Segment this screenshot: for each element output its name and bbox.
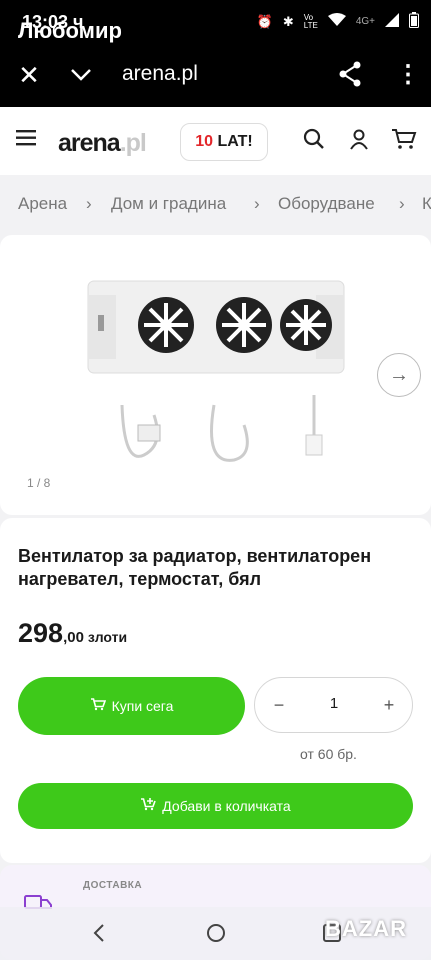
notification-contact-name: Любомир xyxy=(18,18,122,43)
anniversary-number: 10 xyxy=(195,133,214,150)
volte-icon: Vo LTE xyxy=(303,12,318,30)
breadcrumb: Арена › Дом и градина › Оборудване › К xyxy=(0,175,431,235)
site-logo[interactable]: arena.pl xyxy=(58,129,147,158)
breadcrumb-item-next[interactable]: К xyxy=(422,194,431,214)
cart-add-icon xyxy=(140,783,157,829)
quantity-value[interactable]: 1 xyxy=(315,695,353,712)
product-price: 298,00 злоти xyxy=(18,618,127,649)
buy-now-label: Купи сега xyxy=(111,698,174,714)
signal-text: 4G+ xyxy=(355,16,375,27)
breadcrumb-item-arena[interactable]: Арена xyxy=(18,194,67,214)
delivery-label: ДОСТАВКА xyxy=(83,880,143,891)
add-to-cart-button[interactable]: Добави в количката xyxy=(18,783,413,829)
bluetooth-icon: ✱ xyxy=(282,13,294,29)
share-icon[interactable] xyxy=(338,61,364,89)
battery-icon xyxy=(409,12,419,31)
add-to-cart-label: Добави в количката xyxy=(162,798,291,814)
signal-icon xyxy=(385,13,399,30)
minimum-order-text: от 60 бр. xyxy=(300,746,357,762)
site-header: arena.pl 10 LAT! xyxy=(0,107,431,175)
anniversary-badge[interactable]: 10 LAT! xyxy=(180,123,268,161)
product-info: Вентилатор за радиатор, вентилаторен наг… xyxy=(0,518,431,863)
price-whole: 298 xyxy=(18,618,64,648)
buy-now-button[interactable]: Купи сега xyxy=(18,677,245,735)
increase-quantity-button[interactable]: + xyxy=(379,694,399,716)
status-icons: ⏰ ✱ Vo LTE 4G+ xyxy=(257,12,419,31)
gallery-counter: 1 / 8 xyxy=(27,476,51,490)
address-bar-url[interactable]: arena.pl xyxy=(122,62,198,86)
logo-suffix: .pl xyxy=(119,129,147,157)
chevron-down-icon[interactable] xyxy=(68,61,94,89)
price-decimal: ,00 xyxy=(63,629,84,646)
cart-icon xyxy=(90,677,106,735)
anniversary-text: LAT! xyxy=(217,133,253,150)
watermark-text: BAZAR xyxy=(325,916,407,941)
home-icon[interactable] xyxy=(204,921,228,945)
product-gallery: 1 / 8 → xyxy=(0,235,431,515)
logo-main: arena xyxy=(58,129,121,157)
wifi-icon xyxy=(327,13,346,30)
decrease-quantity-button[interactable]: − xyxy=(269,694,289,716)
status-bar: 13:03 ч Любомир ⏰ ✱ Vo LTE 4G+ xyxy=(0,0,431,45)
more-vert-icon[interactable]: ⋮ xyxy=(396,61,420,89)
close-icon[interactable]: ✕ xyxy=(16,61,42,89)
product-title: Вентилатор за радиатор, вентилаторен наг… xyxy=(18,546,372,589)
browser-toolbar: ✕ arena.pl ⋮ xyxy=(0,45,431,107)
cart-icon[interactable] xyxy=(391,127,417,153)
user-icon[interactable] xyxy=(347,127,373,153)
menu-icon[interactable] xyxy=(16,129,38,151)
quantity-stepper: − 1 + xyxy=(254,677,413,733)
price-currency: злоти xyxy=(87,629,128,645)
breadcrumb-separator: › xyxy=(86,194,92,213)
arrow-right-icon[interactable]: → xyxy=(377,353,421,397)
breadcrumb-item-equipment[interactable]: Оборудване xyxy=(278,194,375,214)
product-image[interactable] xyxy=(84,275,348,475)
search-icon[interactable] xyxy=(302,127,328,153)
breadcrumb-separator: › xyxy=(399,194,405,213)
alarm-icon: ⏰ xyxy=(256,13,273,29)
breadcrumb-separator: › xyxy=(254,194,260,213)
back-icon[interactable] xyxy=(88,921,112,945)
breadcrumb-item-home-garden[interactable]: Дом и градина xyxy=(111,194,226,214)
